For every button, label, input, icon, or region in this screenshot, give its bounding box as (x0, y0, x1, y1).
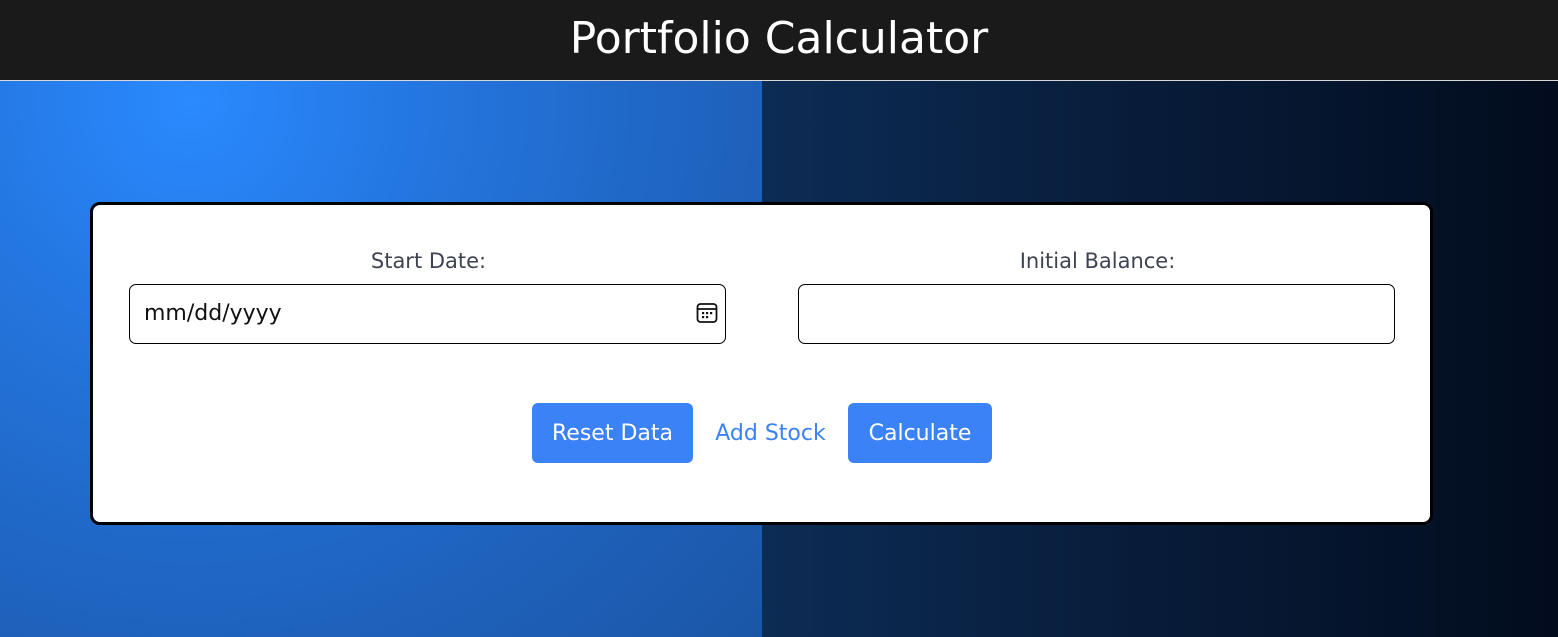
page-title: Portfolio Calculator (569, 12, 989, 64)
calculate-button[interactable]: Calculate (848, 403, 992, 463)
app-header: Portfolio Calculator (0, 0, 1558, 81)
start-date-label: Start Date: (370, 249, 487, 273)
initial-balance-input[interactable] (798, 284, 1395, 344)
start-date-input[interactable]: mm/dd/yyyy (129, 284, 726, 344)
reset-data-button[interactable]: Reset Data (532, 403, 693, 463)
calendar-icon[interactable] (695, 301, 719, 325)
start-date-placeholder: mm/dd/yyyy (144, 301, 282, 326)
add-stock-link[interactable]: Add Stock (705, 403, 836, 463)
calculator-form-card: Start Date: mm/dd/yyyy Initial Balance: … (90, 202, 1433, 525)
initial-balance-label: Initial Balance: (1019, 249, 1176, 273)
